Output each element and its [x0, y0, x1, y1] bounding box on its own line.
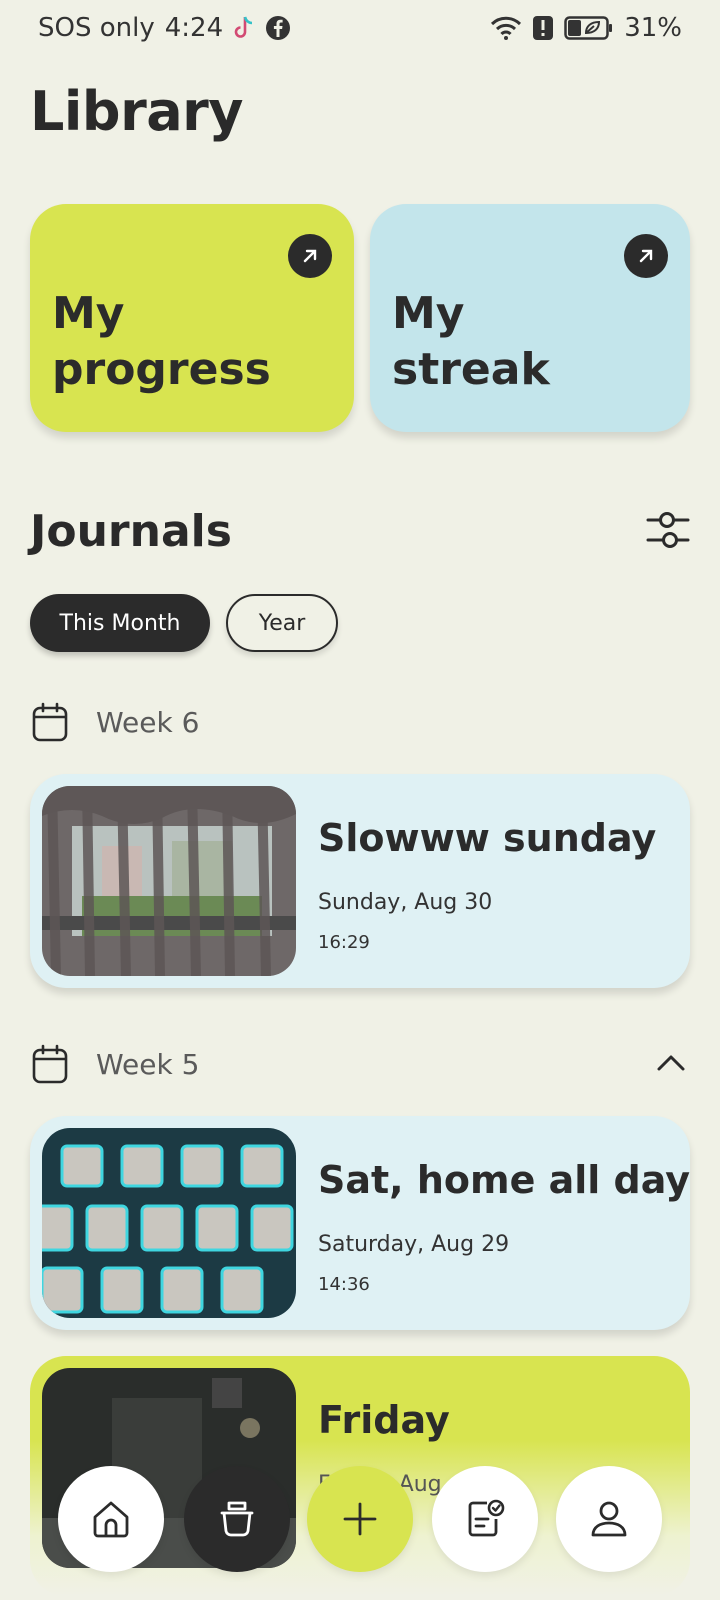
journal-entry-card[interactable]: Sat, home all day Saturday, Aug 29 14:36	[30, 1116, 690, 1330]
add-entry-button[interactable]	[307, 1466, 413, 1572]
alert-icon	[532, 15, 554, 41]
home-icon	[93, 1501, 129, 1538]
week-header: Week 5	[32, 1042, 199, 1086]
page-title: Library	[30, 80, 243, 143]
chevron-up-icon[interactable]	[656, 1052, 686, 1072]
nav-tasks-button[interactable]	[432, 1466, 538, 1572]
tasks-icon	[468, 1499, 505, 1537]
library-icon	[220, 1501, 254, 1537]
tiktok-icon	[233, 15, 255, 41]
filter-chip-this-month[interactable]: This Month	[30, 594, 210, 652]
journals-title: Journals	[30, 506, 232, 557]
carrier-label: SOS only	[38, 13, 155, 43]
clock: 4:24	[164, 13, 224, 43]
entry-time: 16:29	[318, 932, 370, 953]
status-bar: SOS only 4:24 31%	[0, 0, 720, 56]
wifi-icon	[490, 15, 522, 41]
week-label: Week 6	[96, 705, 200, 739]
my-progress-card[interactable]: My progress	[30, 204, 354, 432]
week-label: Week 5	[96, 1047, 200, 1081]
battery-percent: 31%	[624, 13, 682, 43]
calendar-icon	[32, 1044, 68, 1084]
filter-chip-year[interactable]: Year	[226, 594, 338, 652]
entry-thumbnail	[42, 1128, 296, 1318]
open-streak-button[interactable]	[624, 234, 668, 278]
entry-title: Friday	[318, 1398, 450, 1442]
my-streak-label: My streak	[392, 288, 550, 395]
add-icon	[343, 1502, 377, 1536]
nav-home-button[interactable]	[58, 1466, 164, 1572]
entry-date: Sunday, Aug 30	[318, 890, 493, 915]
calendar-icon	[32, 702, 68, 742]
week-header: Week 6	[32, 700, 199, 744]
battery-saver-icon	[564, 15, 614, 41]
nav-library-button[interactable]	[184, 1466, 290, 1572]
entry-title: Sat, home all day	[318, 1158, 690, 1202]
my-streak-card[interactable]: My streak	[370, 204, 690, 432]
filter-settings-icon[interactable]	[646, 508, 690, 552]
arrow-up-right-icon	[303, 249, 317, 263]
entry-title: Slowww sunday	[318, 816, 657, 860]
facebook-icon	[265, 15, 291, 41]
journal-entry-card[interactable]: Slowww sunday Sunday, Aug 30 16:29	[30, 774, 690, 988]
arrow-up-right-icon	[639, 249, 653, 263]
profile-icon	[591, 1501, 627, 1537]
status-right: 31%	[490, 13, 682, 43]
entry-thumbnail	[42, 786, 296, 976]
status-left: SOS only 4:24	[38, 13, 291, 43]
entry-date: Saturday, Aug 29	[318, 1232, 510, 1257]
bottom-navigation	[0, 1466, 720, 1572]
entry-time: 14:36	[318, 1274, 370, 1295]
my-progress-label: My progress	[52, 288, 271, 395]
nav-profile-button[interactable]	[556, 1466, 662, 1572]
open-progress-button[interactable]	[288, 234, 332, 278]
